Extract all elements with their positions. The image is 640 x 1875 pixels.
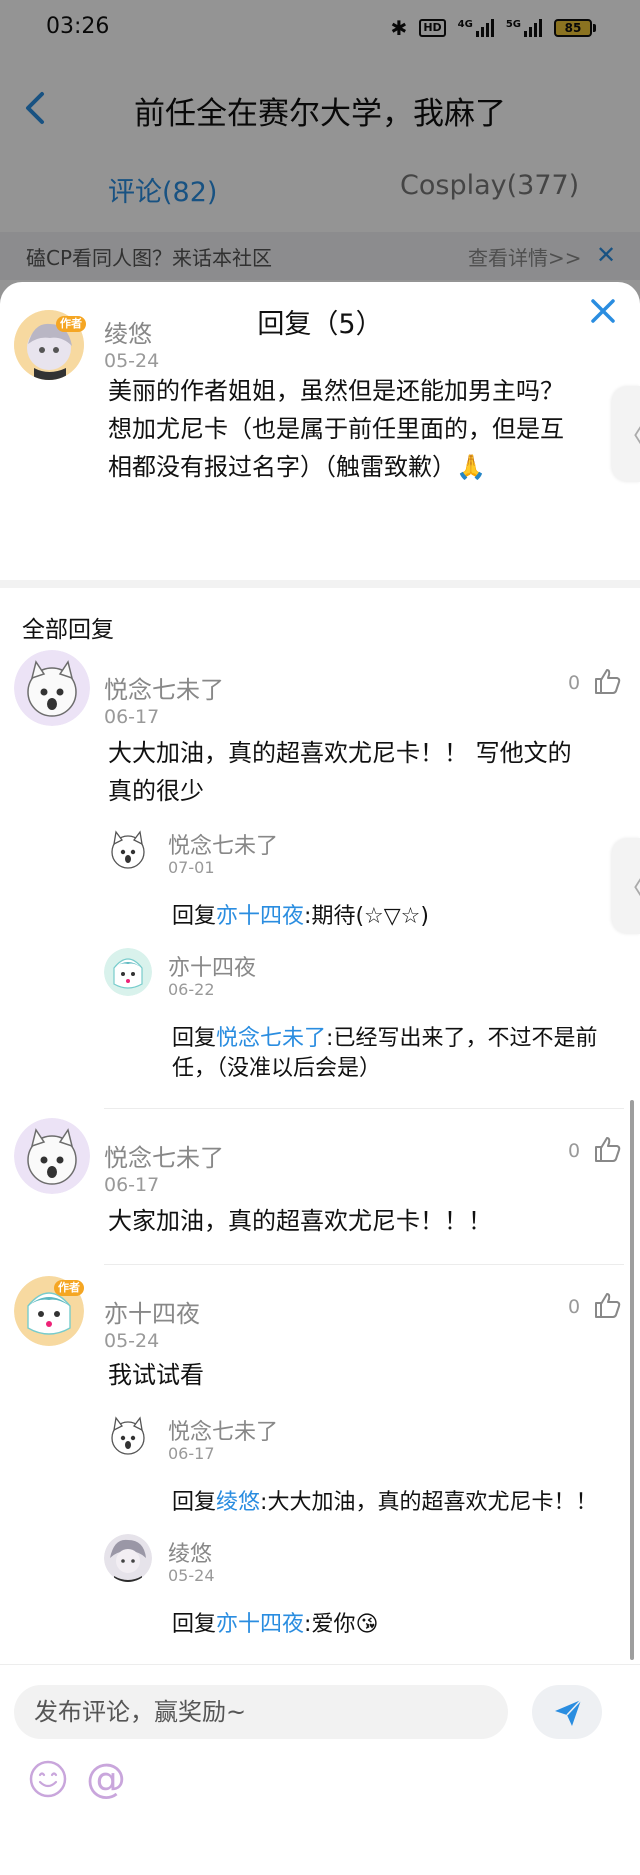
comment-composer: @ [0, 1664, 640, 1875]
username[interactable]: 绫悠 [104, 314, 152, 349]
comment-text: 美丽的作者姐姐，虽然但是还能加男主吗？ 想加尤尼卡（也是属于前任里面的，但是互 … [108, 377, 564, 481]
divider [0, 580, 640, 588]
timestamp: 05-24 [104, 350, 160, 372]
reply-target-link[interactable]: 亦十四夜 [216, 1612, 304, 1637]
send-button[interactable] [532, 1685, 602, 1739]
like-count: 0 [568, 672, 581, 694]
username[interactable]: 绫悠 [168, 1536, 212, 1568]
timestamp: 07-01 [168, 858, 215, 877]
reply-target-link[interactable]: 绫悠 [216, 1490, 260, 1515]
avatar[interactable] [104, 1412, 152, 1460]
chevron-left-icon: 〈 [619, 416, 640, 453]
scrollbar[interactable] [630, 1100, 634, 1660]
comment-input[interactable] [34, 1685, 494, 1739]
comment-text: 大大加油，真的超喜欢尤尼卡！！ 写他文的 真的很少 [108, 739, 572, 805]
comment-input-wrapper[interactable] [14, 1685, 508, 1739]
send-icon [555, 1699, 582, 1726]
thumbs-up-icon[interactable] [592, 1290, 622, 1320]
reply-sheet: 回复（5） 作者 绫悠 05-24 美丽的作者姐姐，虽然但是还能加男主吗？ 想加… [0, 282, 640, 1875]
timestamp: 06-17 [104, 706, 160, 728]
divider [104, 1108, 624, 1109]
timestamp: 05-24 [168, 1566, 215, 1585]
avatar[interactable] [104, 826, 152, 874]
section-title: 全部回复 [22, 617, 114, 643]
timestamp: 06-17 [168, 1444, 215, 1463]
chevron-left-icon: 〈 [619, 868, 640, 905]
side-drawer-handle[interactable]: 〈 [612, 838, 640, 934]
username[interactable]: 悦念七未了 [168, 1414, 278, 1446]
timestamp: 06-22 [168, 980, 215, 999]
comment-text: 我试试看 [108, 1361, 204, 1389]
side-drawer-handle[interactable]: 〈 [612, 386, 640, 482]
username[interactable]: 亦十四夜 [168, 950, 256, 982]
reply-text: 回复亦十四夜:爱你😘 [172, 1612, 379, 1637]
comment-text: 大家加油，真的超喜欢尤尼卡！！！ [108, 1207, 492, 1235]
author-badge: 作者 [54, 1280, 84, 1296]
reply-text: 回复悦念七未了:已经写出来了，不过不是前 任，（没准以后会是） [172, 1026, 598, 1081]
thumbs-up-icon[interactable] [592, 1134, 622, 1164]
reply-text: 回复亦十四夜:期待(☆▽☆) [172, 904, 429, 929]
reply-target-link[interactable]: 悦念七未了 [216, 1026, 326, 1051]
avatar[interactable] [14, 650, 90, 726]
timestamp: 06-17 [104, 1174, 160, 1196]
username[interactable]: 悦念七未了 [168, 828, 278, 860]
like-count: 0 [568, 1140, 581, 1162]
author-badge: 作者 [56, 316, 86, 332]
username[interactable]: 悦念七未了 [104, 670, 224, 705]
reply-text: 回复绫悠:大大加油，真的超喜欢尤尼卡！！ [172, 1490, 598, 1515]
reply-target-link[interactable]: 亦十四夜 [216, 904, 304, 929]
timestamp: 05-24 [104, 1330, 160, 1352]
emoji-icon[interactable] [28, 1759, 68, 1799]
sheet-title: 回复（5） [257, 309, 383, 340]
username[interactable]: 悦念七未了 [104, 1138, 224, 1173]
avatar[interactable] [14, 1118, 90, 1194]
like-count: 0 [568, 1296, 581, 1318]
avatar[interactable] [104, 1534, 152, 1582]
at-icon[interactable]: @ [86, 1757, 126, 1801]
divider [104, 1264, 624, 1265]
avatar[interactable] [104, 948, 152, 996]
username[interactable]: 亦十四夜 [104, 1294, 200, 1329]
close-icon[interactable] [588, 296, 618, 326]
thumbs-up-icon[interactable] [592, 666, 622, 696]
